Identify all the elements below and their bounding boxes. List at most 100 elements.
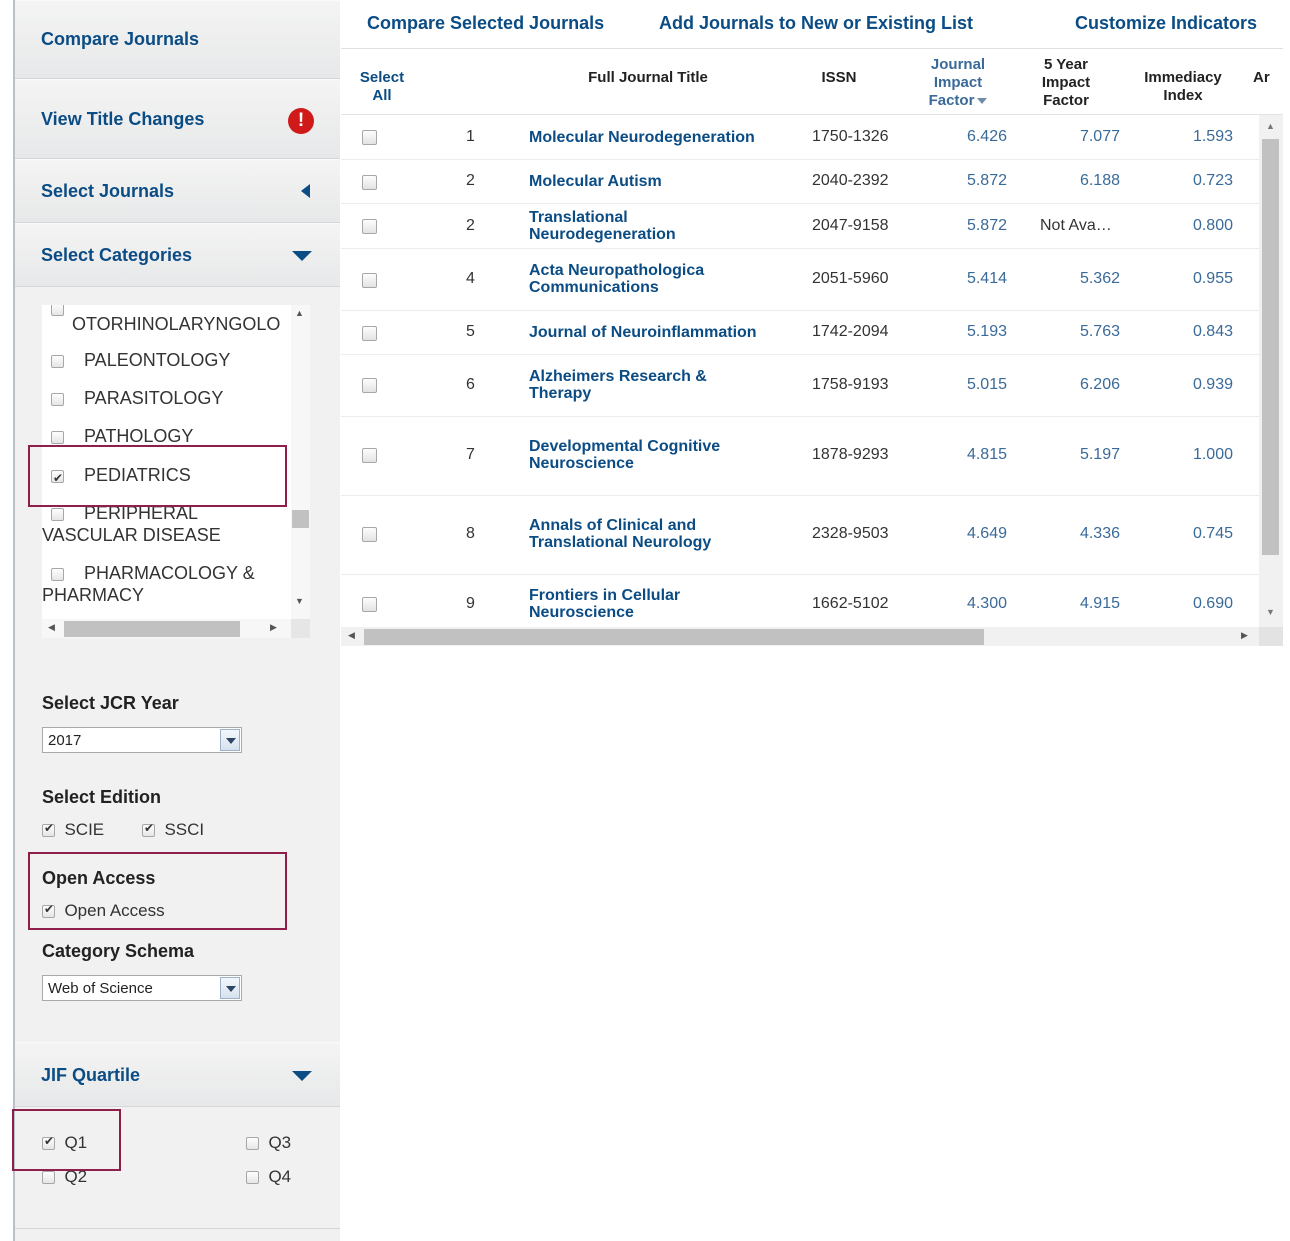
row-checkbox[interactable]	[362, 175, 377, 190]
journal-title-link[interactable]: Developmental Cognitive	[529, 438, 720, 455]
row-checkbox[interactable]	[362, 326, 377, 341]
row-jif[interactable]: 5.193	[941, 323, 1007, 341]
row-checkbox[interactable]	[362, 448, 377, 463]
row-checkbox[interactable]	[362, 130, 377, 145]
table-row[interactable]: 1 Molecular Neurodegeneration 1750-1326 …	[341, 115, 1259, 160]
compare-journals-header[interactable]: Compare Journals	[15, 0, 340, 79]
journal-title-link-line2[interactable]: Neurodegeneration	[529, 226, 676, 243]
category-item-otorhinolaryngology[interactable]: OTORHINOLARYNGOLO	[72, 313, 280, 335]
quartile-q3-checkbox[interactable]	[246, 1137, 259, 1151]
row-jif[interactable]: 5.414	[941, 270, 1007, 288]
journal-title-link-line2[interactable]: Translational Neurology	[529, 534, 711, 551]
table-row[interactable]: 4 Acta Neuropathologica Communications 2…	[341, 249, 1259, 311]
dropdown-arrow-icon[interactable]	[220, 729, 240, 751]
select-journals-header[interactable]: Select Journals	[15, 159, 340, 223]
jcr-year-select[interactable]: 2017	[42, 727, 242, 753]
compare-journals-label[interactable]: Compare Journals	[41, 29, 199, 50]
row-jif[interactable]: 5.872	[941, 217, 1007, 235]
scroll-up-arrow-icon[interactable]: ▲	[1266, 121, 1275, 131]
journal-title-link-line2[interactable]: Neuroscience	[529, 455, 634, 472]
table-vertical-scrollbar[interactable]: ▲ ▼	[1259, 115, 1283, 627]
add-to-list-link[interactable]: Add Journals to New or Existing List	[659, 13, 973, 34]
expand-arrow-down-icon[interactable]	[292, 251, 312, 261]
issn-header[interactable]: ISSN	[811, 69, 867, 87]
category-item-parasitology[interactable]: PARASITOLOGY	[51, 387, 223, 409]
compare-selected-link[interactable]: Compare Selected Journals	[367, 13, 604, 34]
journal-title-link[interactable]: Molecular Neurodegeneration	[529, 129, 755, 146]
five-year-header[interactable]: 5 Year Impact Factor	[1030, 56, 1102, 110]
scroll-left-arrow-icon[interactable]: ◀	[48, 622, 55, 633]
row-jif[interactable]: 4.649	[941, 525, 1007, 543]
scroll-down-arrow-icon[interactable]: ▼	[295, 596, 304, 606]
journal-title-link[interactable]: Journal of Neuroinflammation	[529, 324, 757, 341]
immediacy-header[interactable]: Immediacy Index	[1135, 69, 1231, 105]
select-categories-label[interactable]: Select Categories	[41, 245, 192, 266]
scrollbar-thumb[interactable]	[292, 510, 309, 528]
scroll-down-arrow-icon[interactable]: ▼	[1266, 607, 1275, 617]
category-item-pathology[interactable]: PATHOLOGY	[51, 425, 193, 447]
edition-scie[interactable]: SCIE	[42, 820, 104, 840]
table-row[interactable]: 7 Developmental Cognitive Neuroscience 1…	[341, 417, 1259, 496]
category-checkbox[interactable]	[51, 392, 64, 406]
row-checkbox[interactable]	[362, 597, 377, 612]
view-title-changes-label[interactable]: View Title Changes	[41, 109, 204, 130]
scrollbar-thumb[interactable]	[64, 621, 240, 637]
jif-header[interactable]: Journal Impact Factor	[916, 56, 1000, 110]
journal-title-link-line2[interactable]: Neuroscience	[529, 604, 634, 621]
row-checkbox[interactable]	[362, 219, 377, 234]
category-horizontal-scrollbar[interactable]: ◀ ▶	[42, 619, 291, 638]
scroll-right-arrow-icon[interactable]: ▶	[1241, 630, 1248, 641]
table-row[interactable]: 5 Journal of Neuroinflammation 1742-2094…	[341, 311, 1259, 355]
table-row[interactable]: 8 Annals of Clinical and Translational N…	[341, 496, 1259, 575]
journal-title-link-line2[interactable]: Therapy	[529, 385, 591, 402]
customize-indicators-link[interactable]: Customize Indicators	[1075, 13, 1257, 34]
scrollbar-thumb[interactable]	[364, 629, 984, 645]
quartile-q4[interactable]: Q4	[246, 1167, 291, 1187]
jif-quartile-header[interactable]: JIF Quartile	[15, 1042, 340, 1107]
category-vertical-scrollbar[interactable]: ▲ ▼	[291, 305, 310, 619]
category-checkbox[interactable]	[51, 305, 64, 316]
jif-quartile-label[interactable]: JIF Quartile	[41, 1065, 140, 1086]
edition-ssci[interactable]: SSCI	[142, 820, 204, 840]
expand-arrow-down-icon[interactable]	[292, 1071, 312, 1081]
table-horizontal-scrollbar[interactable]: ◀ ▶	[341, 627, 1259, 646]
select-categories-header[interactable]: Select Categories	[15, 223, 340, 287]
category-checkbox[interactable]	[51, 354, 64, 368]
journal-title-link[interactable]: Frontiers in Cellular	[529, 587, 680, 604]
edition-ssci-checkbox[interactable]	[142, 821, 155, 838]
table-row[interactable]: 2 Translational Neurodegeneration 2047-9…	[341, 204, 1259, 249]
row-checkbox[interactable]	[362, 527, 377, 542]
edition-scie-checkbox[interactable]	[42, 821, 55, 838]
journal-title-link-line2[interactable]: Communications	[529, 279, 659, 296]
table-row[interactable]: 6 Alzheimers Research & Therapy 1758-919…	[341, 355, 1259, 417]
row-jif[interactable]: 5.015	[941, 376, 1007, 394]
next-column-header[interactable]: Ar	[1253, 69, 1283, 87]
scroll-left-arrow-icon[interactable]: ◀	[348, 630, 355, 641]
journal-title-link[interactable]: Molecular Autism	[529, 173, 662, 190]
scroll-up-arrow-icon[interactable]: ▲	[295, 308, 304, 318]
collapse-arrow-left-icon[interactable]	[301, 184, 310, 198]
view-title-changes-header[interactable]: View Title Changes !	[15, 79, 340, 159]
select-journals-label[interactable]: Select Journals	[41, 181, 174, 202]
row-jif[interactable]: 4.300	[941, 595, 1007, 613]
category-checkbox[interactable]	[51, 430, 64, 444]
row-jif[interactable]: 4.815	[941, 446, 1007, 464]
title-header[interactable]: Full Journal Title	[541, 69, 755, 87]
scrollbar-thumb[interactable]	[1262, 139, 1279, 555]
row-jif[interactable]: 5.872	[941, 172, 1007, 190]
journal-title-link[interactable]: Acta Neuropathologica	[529, 262, 704, 279]
quartile-q2-checkbox[interactable]	[42, 1171, 55, 1185]
journal-title-link[interactable]: Translational	[529, 209, 628, 226]
category-item-partial[interactable]	[51, 305, 64, 321]
journal-title-link[interactable]: Alzheimers Research &	[529, 368, 707, 385]
dropdown-arrow-icon[interactable]	[220, 977, 240, 999]
row-jif[interactable]: 6.426	[941, 128, 1007, 146]
category-checkbox[interactable]	[51, 567, 64, 581]
scroll-right-arrow-icon[interactable]: ▶	[270, 622, 277, 633]
category-item-pharmacology-pharmacy[interactable]: PHARMACOLOGY &	[51, 562, 255, 584]
table-row[interactable]: 2 Molecular Autism 2040-2392 5.872 6.188…	[341, 160, 1259, 204]
select-all-header[interactable]: Select All	[355, 69, 409, 105]
category-item-paleontology[interactable]: PALEONTOLOGY	[51, 349, 230, 371]
row-checkbox[interactable]	[362, 273, 377, 288]
category-checkbox[interactable]	[51, 507, 64, 521]
